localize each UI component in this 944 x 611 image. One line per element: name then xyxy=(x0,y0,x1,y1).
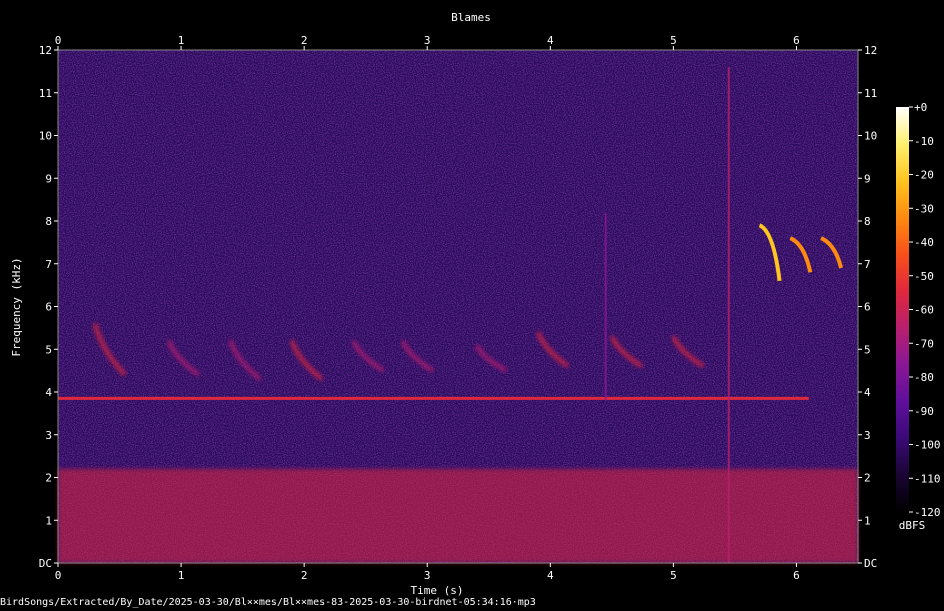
x-tick-label-bottom: 0 xyxy=(55,569,62,582)
x-tick-label-bottom: 5 xyxy=(670,569,677,582)
colorbar-tick-label: -70 xyxy=(914,337,934,350)
chart-title: Blames xyxy=(451,11,491,24)
spectrogram-figure: Blames 0123456 0123456 DC123456789101112… xyxy=(10,11,941,597)
y-axis-label: Frequency (kHz) xyxy=(10,257,23,356)
y-tick-label-right: 6 xyxy=(864,301,871,314)
y-tick-label-left: DC xyxy=(39,557,52,570)
colorbar-tick-label: -30 xyxy=(914,202,934,215)
colorbar xyxy=(896,107,909,512)
y-tick-label-right: 4 xyxy=(864,386,871,399)
x-tick-label-bottom: 1 xyxy=(178,569,185,582)
colorbar-tick-label: -50 xyxy=(914,270,934,283)
colorbar-tick-label: -90 xyxy=(914,405,934,418)
file-path-footer: BirdSongs/Extracted/By_Date/2025-03-30/B… xyxy=(0,597,536,608)
y-tick-label-right: 5 xyxy=(864,343,871,356)
y-tick-label-left: 6 xyxy=(45,301,52,314)
x-tick-label-top: 6 xyxy=(793,34,800,47)
y-tick-label-right: 9 xyxy=(864,172,871,185)
colorbar-tick-label: -120 xyxy=(914,506,941,519)
x-axis-label: Time (s) xyxy=(411,584,464,597)
low-frequency-band xyxy=(58,468,858,563)
colorbar-tick-label: -10 xyxy=(914,135,934,148)
colorbar-tick-label: -60 xyxy=(914,304,934,317)
colorbar-tick-label: -110 xyxy=(914,472,941,485)
colorbar-tick-label: -80 xyxy=(914,371,934,384)
y-tick-label-left: 1 xyxy=(45,514,52,527)
y-tick-label-right: 10 xyxy=(864,130,877,143)
y-tick-label-right: 3 xyxy=(864,429,871,442)
y-tick-label-left: 7 xyxy=(45,258,52,271)
y-tick-label-right: 1 xyxy=(864,514,871,527)
y-tick-label-right: 8 xyxy=(864,215,871,228)
x-tick-label-bottom: 2 xyxy=(301,569,308,582)
colorbar-tick-label: -20 xyxy=(914,169,934,182)
colorbar-tick-label: -100 xyxy=(914,439,941,452)
x-tick-label-bottom: 6 xyxy=(793,569,800,582)
x-tick-label-bottom: 4 xyxy=(547,569,554,582)
y-tick-label-left: 10 xyxy=(39,130,52,143)
y-tick-label-right: 11 xyxy=(864,87,877,100)
y-tick-label-right: DC xyxy=(864,557,877,570)
y-tick-label-right: 7 xyxy=(864,258,871,271)
y-tick-label-right: 12 xyxy=(864,44,877,57)
x-tick-label-bottom: 3 xyxy=(424,569,431,582)
y-tick-label-left: 3 xyxy=(45,429,52,442)
colorbar-unit-label: dBFS xyxy=(899,519,926,532)
y-tick-label-left: 4 xyxy=(45,386,52,399)
x-tick-label-top: 0 xyxy=(55,34,62,47)
x-tick-label-top: 4 xyxy=(547,34,554,47)
y-tick-label-left: 12 xyxy=(39,44,52,57)
x-tick-label-top: 5 xyxy=(670,34,677,47)
y-tick-label-left: 8 xyxy=(45,215,52,228)
x-tick-label-top: 3 xyxy=(424,34,431,47)
x-tick-label-top: 2 xyxy=(301,34,308,47)
y-tick-label-left: 2 xyxy=(45,472,52,485)
y-tick-label-right: 2 xyxy=(864,472,871,485)
colorbar-tick-label: +0 xyxy=(914,101,927,114)
x-tick-label-top: 1 xyxy=(178,34,185,47)
y-tick-label-left: 11 xyxy=(39,87,52,100)
spectrogram-plot xyxy=(57,49,859,564)
colorbar-tick-label: -40 xyxy=(914,236,934,249)
y-tick-label-left: 9 xyxy=(45,172,52,185)
y-tick-label-left: 5 xyxy=(45,343,52,356)
